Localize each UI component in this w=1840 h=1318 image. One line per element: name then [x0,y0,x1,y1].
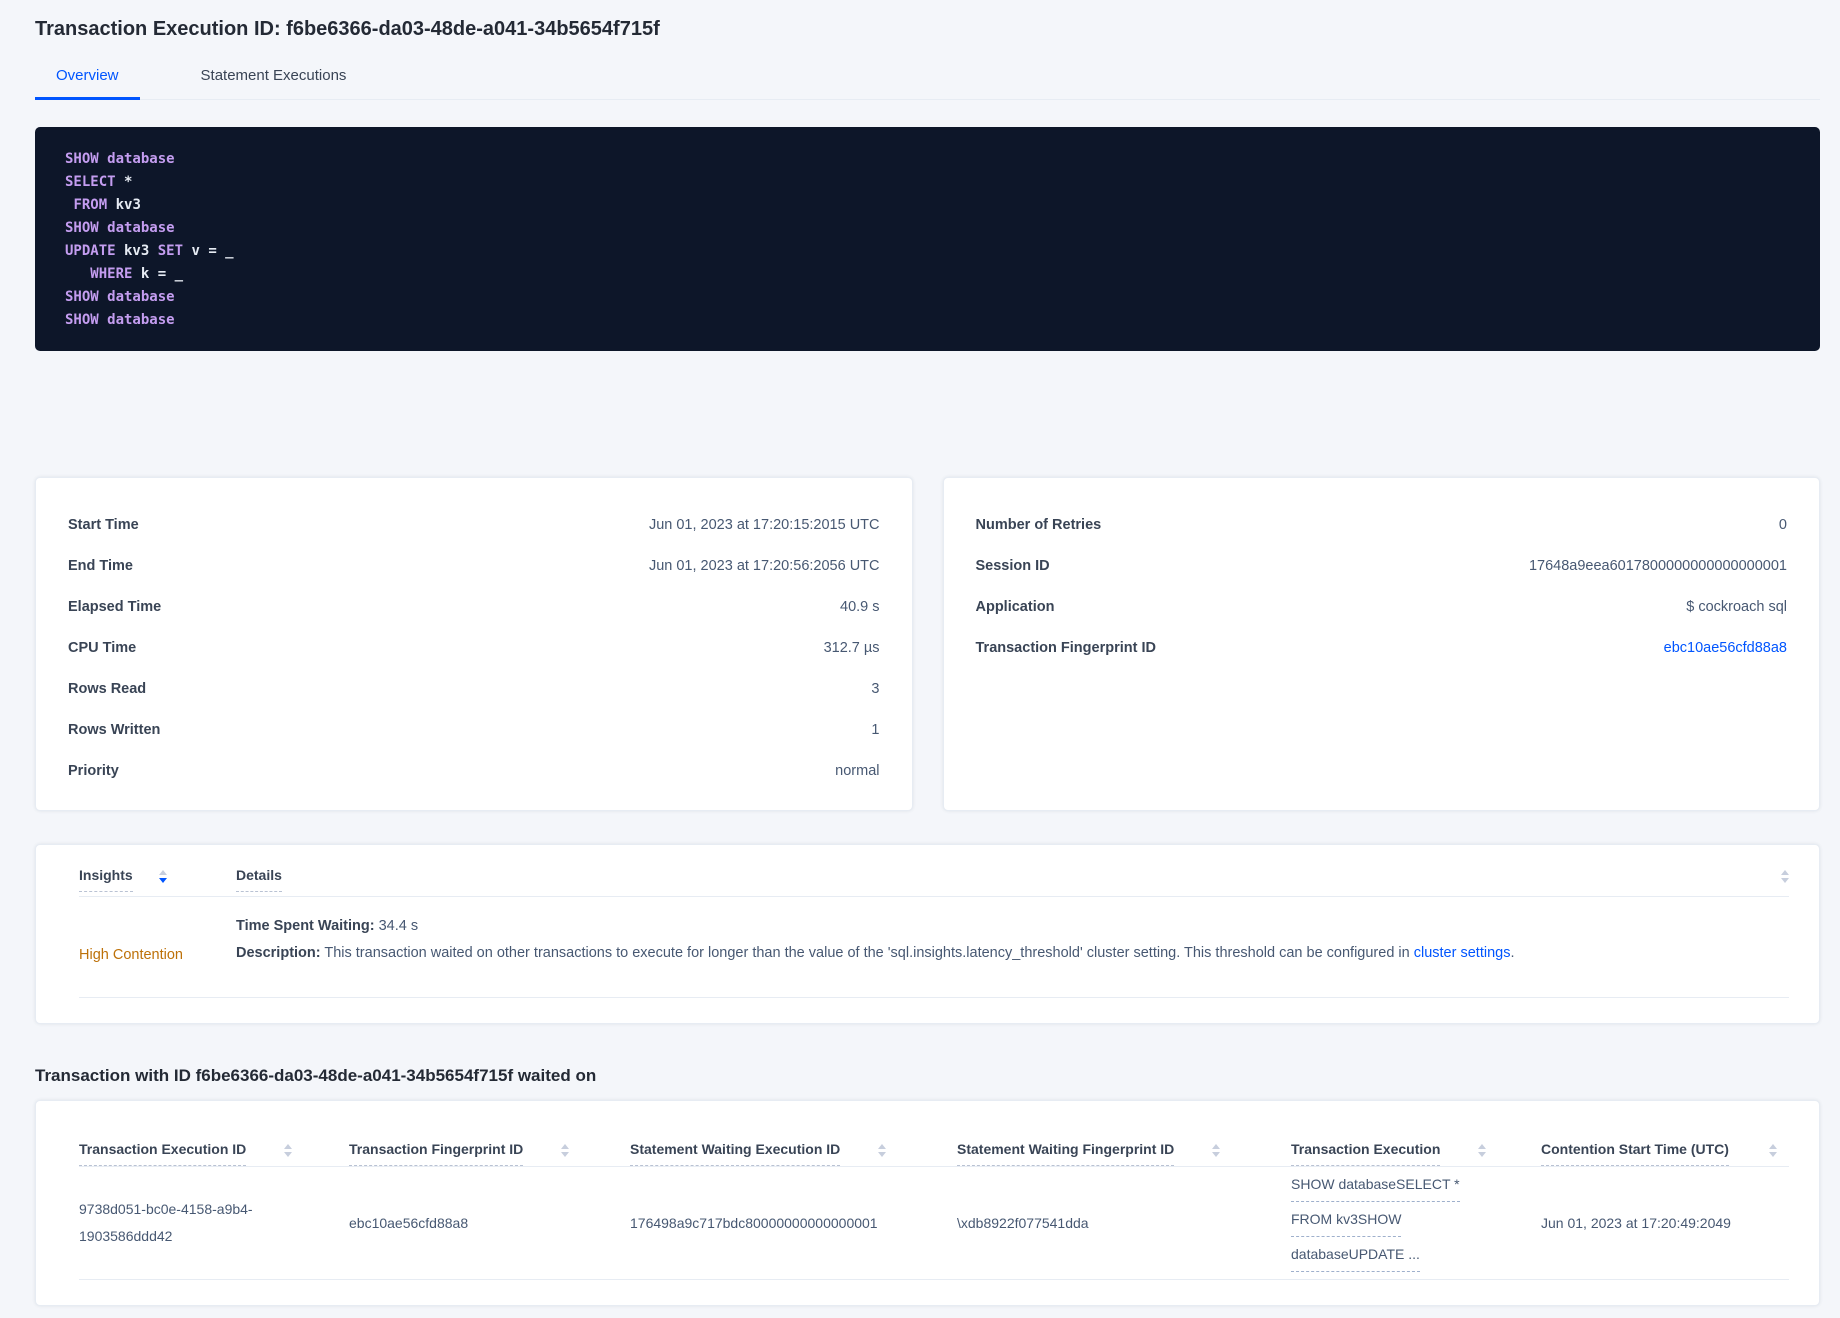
row-label: Start Time [68,516,139,533]
sort-icon [1769,1144,1777,1157]
cell-transaction-execution-id: 9738d051-bc0e-4158-a9b4-1903586ddd42 [79,1201,253,1244]
row-value: Jun 01, 2023 at 17:20:56:2056 UTC [648,557,880,574]
row-label: Elapsed Time [68,598,162,615]
meta-row-retries: Number of Retries 0 [976,504,1788,545]
sort-icon [1212,1144,1221,1157]
sort-icon[interactable] [1781,870,1789,883]
execution-meta-card: Number of Retries 0 Session ID 17648a9ee… [942,477,1820,811]
row-value: 0 [1778,516,1787,533]
row-label: Number of Retries [975,516,1102,533]
summary-row-end-time: End Time Jun 01, 2023 at 17:20:56:2056 U… [68,545,880,586]
col-statement-waiting-fingerprint-id[interactable]: Statement Waiting Fingerprint ID [957,1101,1291,1166]
row-value: 312.7 µs [823,639,880,656]
row-label: Rows Read [68,680,147,697]
row-value: Jun 01, 2023 at 17:20:15:2015 UTC [648,516,880,533]
summary-row-priority: Priority normal [68,750,880,791]
tab-overview[interactable]: Overview [35,67,140,100]
time-spent-waiting: Time Spent Waiting: 34.4 s [236,918,419,934]
row-label: End Time [68,557,133,574]
insight-type-label: High Contention [79,947,183,963]
insights-table-card: Insights Details High Contention Time Sp… [35,844,1820,1024]
meta-row-application: Application $ cockroach sql [976,586,1788,627]
sql-statements: SHOW database SELECT * FROM kv3 SHOW datab… [65,151,234,328]
col-transaction-execution[interactable]: Transaction Execution [1291,1101,1541,1166]
col-contention-start-time[interactable]: Contention Start Time (UTC) [1541,1101,1789,1166]
tab-statement-executions[interactable]: Statement Executions [180,67,368,100]
row-label: Transaction Fingerprint ID [975,639,1156,656]
row-value: 17648a9eea6017800000000000000001 [1528,557,1787,574]
cell-contention-start-time: Jun 01, 2023 at 17:20:49:2049 [1541,1214,1731,1231]
waited-on-heading: Transaction with ID f6be6366-da03-48de-a… [35,1066,597,1085]
insights-table-header: Insights Details [79,845,1789,896]
row-label: Rows Written [68,721,161,738]
transaction-details-page: Transaction Execution ID: f6be6366-da03-… [0,0,1840,1306]
waited-on-table-card: Transaction Execution ID Transaction Fin… [35,1100,1820,1306]
sort-icon [878,1144,887,1157]
execution-summary-card: Start Time Jun 01, 2023 at 17:20:15:2015… [35,477,913,811]
row-value: 1 [871,721,880,738]
waited-table-row: 9738d051-bc0e-4158-a9b4-1903586ddd42 ebc… [79,1167,1789,1279]
insight-row: High Contention Time Spent Waiting: 34.4… [79,897,1789,997]
sort-desc-icon [158,870,167,883]
sort-icon [284,1144,293,1157]
cell-statement-waiting-execution-id: 176498a9c717bdc80000000000000001 [630,1214,878,1231]
summary-row-cpu-time: CPU Time 312.7 µs [68,627,880,668]
col-transaction-execution-id[interactable]: Transaction Execution ID [79,1101,349,1166]
row-value: $ cockroach sql [1686,598,1787,615]
sort-icon [1478,1144,1487,1157]
row-label: Priority [68,762,119,779]
cluster-settings-link[interactable]: cluster settings [1414,945,1511,961]
meta-row-transaction-fingerprint: Transaction Fingerprint ID ebc10ae56cfd8… [976,627,1788,668]
cell-transaction-execution[interactable]: SHOW databaseSELECT * FROM kv3SHOW datab… [1291,1171,1541,1276]
summary-row-rows-read: Rows Read 3 [68,668,880,709]
col-transaction-fingerprint-id[interactable]: Transaction Fingerprint ID [349,1101,630,1166]
row-value: normal [835,762,880,779]
summary-row-start-time: Start Time Jun 01, 2023 at 17:20:15:2015… [68,504,880,545]
sql-statements-box: SHOW database SELECT * FROM kv3 SHOW datab… [35,127,1820,351]
tab-bar: Overview Statement Executions [35,67,1820,100]
row-label: Session ID [975,557,1050,574]
cell-transaction-fingerprint-id: ebc10ae56cfd88a8 [349,1214,469,1231]
summary-cards-row: Start Time Jun 01, 2023 at 17:20:15:2015… [35,477,1820,811]
insight-details: Time Spent Waiting: 34.4 s Description: … [236,913,1789,997]
page-title: Transaction Execution ID: f6be6366-da03-… [35,18,660,40]
col-statement-waiting-execution-id[interactable]: Statement Waiting Execution ID [630,1101,957,1166]
summary-row-elapsed-time: Elapsed Time 40.9 s [68,586,880,627]
insights-column-header[interactable]: Insights [79,867,236,892]
sort-icon [561,1144,570,1157]
row-label: CPU Time [68,639,137,656]
summary-row-rows-written: Rows Written 1 [68,709,880,750]
cell-statement-waiting-fingerprint-id: \xdb8922f077541dda [957,1214,1089,1231]
details-column-header[interactable]: Details [236,867,282,892]
meta-row-session-id: Session ID 17648a9eea6017800000000000000… [976,545,1788,586]
row-label: Application [975,598,1055,615]
row-value: 3 [871,680,880,697]
insight-description: Description: This transaction waited on … [236,945,1515,961]
transaction-fingerprint-link[interactable]: ebc10ae56cfd88a8 [1664,640,1787,656]
waited-table-header: Transaction Execution ID Transaction Fin… [79,1101,1789,1166]
row-value: 40.9 s [840,598,880,615]
